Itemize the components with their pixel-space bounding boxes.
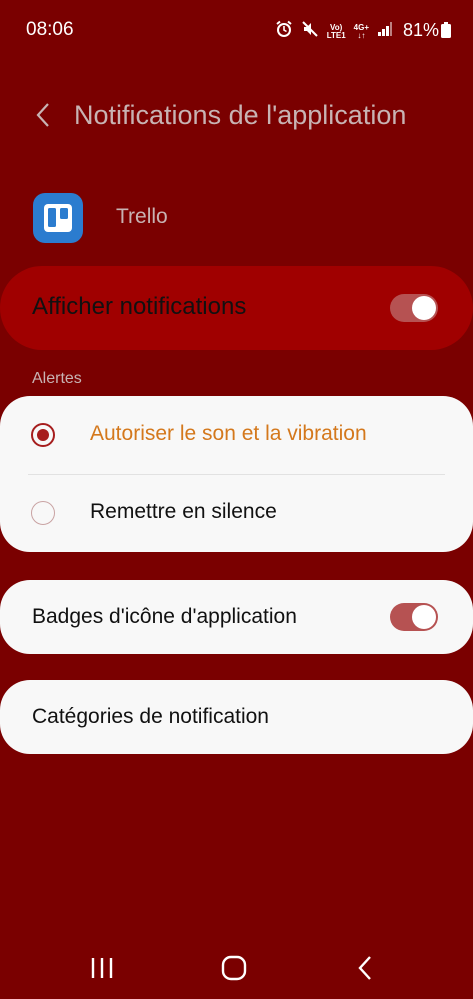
alert-option-silent[interactable]: Remettre en silence (0, 474, 473, 552)
toggle-knob (412, 296, 436, 320)
radio-selected-icon[interactable] (31, 423, 55, 447)
volte-icon: Vo) LTE1 (326, 22, 346, 40)
alert-option-label: Remettre en silence (90, 500, 277, 523)
app-info-row: Trello (0, 190, 473, 244)
signal-icon (377, 21, 393, 42)
page-title: Notifications de l'application (74, 100, 407, 130)
alert-option-label: Autoriser le son et la vibration (90, 422, 367, 445)
chevron-left-icon (36, 103, 49, 127)
alert-option-sound-vibration[interactable]: Autoriser le son et la vibration (0, 396, 473, 475)
home-icon (221, 955, 247, 981)
show-notifications-label: Afficher notifications (32, 293, 247, 320)
notification-categories-label: Catégories de notification (32, 705, 269, 728)
radio-unselected-icon[interactable] (31, 501, 55, 525)
notification-categories-row[interactable]: Catégories de notification (0, 680, 473, 754)
badges-row[interactable]: Badges d'icône d'application (0, 580, 473, 654)
status-time: 08:06 (26, 19, 74, 40)
recent-apps-icon (91, 958, 113, 978)
back-button[interactable] (30, 100, 60, 130)
navigation-bar (0, 940, 473, 999)
recent-apps-button[interactable] (82, 948, 122, 988)
battery-percent: 81% (402, 20, 439, 40)
nav-back-button[interactable] (346, 948, 386, 988)
home-button[interactable] (214, 948, 254, 988)
show-notifications-toggle[interactable] (390, 294, 438, 322)
alerts-section-label: Alertes (32, 370, 82, 387)
alerts-card: Autoriser le son et la vibration Remettr… (0, 396, 473, 552)
app-header: Notifications de l'application (0, 90, 473, 142)
status-icons: Vo) LTE1 4G+ ↓↑ (275, 20, 393, 43)
alarm-icon (275, 20, 293, 43)
show-notifications-row[interactable]: Afficher notifications (0, 266, 473, 350)
back-icon (358, 956, 371, 980)
badges-label: Badges d'icône d'application (32, 605, 297, 628)
trello-app-icon (33, 193, 83, 243)
network-type-icon: 4G+ ↓↑ (353, 22, 369, 40)
status-bar: 08:06 Vo) LTE1 4G+ ↓↑ 81% (0, 0, 473, 60)
badges-toggle[interactable] (390, 603, 438, 631)
app-name: Trello (116, 205, 168, 228)
mute-icon (301, 20, 319, 43)
battery-icon (441, 22, 451, 38)
toggle-knob (412, 605, 436, 629)
